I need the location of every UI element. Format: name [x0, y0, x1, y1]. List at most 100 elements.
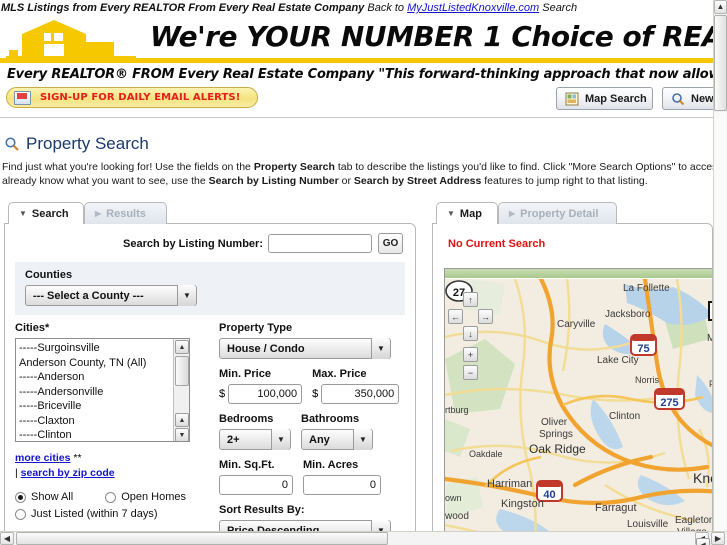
map-top-strip: [445, 269, 712, 278]
map-panel-body: No Current Search 75 275 40 27 La Follet…: [432, 223, 713, 545]
list-item[interactable]: -----Clinton: [19, 428, 189, 441]
map-icon: [565, 92, 579, 105]
scroll-up-icon[interactable]: ▲: [714, 0, 727, 14]
bathrooms-label: Bathrooms: [301, 413, 360, 425]
property-type-group: Property Type House / Condo ▼: [219, 322, 405, 359]
radio-open-homes[interactable]: [105, 491, 117, 503]
more-cities-row: more cities **: [15, 452, 211, 464]
svg-text:Knoxv: Knoxv: [693, 470, 713, 486]
scroll-up-icon[interactable]: ▲: [175, 413, 189, 427]
svg-text:Farragut: Farragut: [595, 502, 637, 514]
signup-button-label: SIGN-UP FOR DAILY EMAIL ALERTS!: [40, 92, 241, 103]
list-item[interactable]: Anderson County, TN (All): [19, 356, 189, 371]
svg-text:Norris: Norris: [635, 375, 659, 385]
scroll-right-icon[interactable]: ▶: [711, 532, 725, 545]
zip-link-row: | search by zip code: [15, 467, 211, 479]
min-price-input[interactable]: 100,000: [228, 384, 303, 404]
svg-text:own: own: [445, 493, 462, 503]
map-pan-down-button[interactable]: ↓: [463, 326, 478, 341]
cities-listbox[interactable]: -----Surgoinsville Anderson County, TN (…: [15, 338, 190, 442]
cities-list: -----Surgoinsville Anderson County, TN (…: [16, 339, 189, 441]
map-zoom-out-button[interactable]: −: [463, 365, 478, 380]
chevron-down-icon: ▼: [447, 209, 455, 218]
chevron-right-icon: ▶: [95, 209, 102, 218]
site-link[interactable]: MyJustListedKnoxville.com: [407, 2, 539, 14]
status-badge: No Current Search: [448, 238, 546, 250]
page-vertical-scrollbar[interactable]: ▲: [713, 0, 727, 531]
scrollbar-thumb[interactable]: [714, 15, 727, 111]
radio-show-all[interactable]: [15, 491, 26, 503]
map-pan-left-button[interactable]: ←: [448, 309, 463, 324]
bathrooms-select[interactable]: Any ▼: [301, 429, 373, 450]
svg-text:rtburg: rtburg: [445, 405, 469, 415]
currency-symbol: $: [219, 388, 226, 400]
minus-icon: −: [463, 365, 478, 380]
house-logo-icon: [6, 20, 136, 59]
tab-results-label: Results: [106, 207, 146, 220]
svg-text:Harriman: Harriman: [487, 478, 532, 490]
county-select[interactable]: --- Select a County --- ▼: [25, 285, 197, 306]
banner-divider: [0, 58, 713, 63]
tab-search-label: Search: [31, 207, 69, 220]
search-panel-body: Search by Listing Number: GO Counties --…: [4, 223, 416, 545]
tab-map[interactable]: ▼ Map: [436, 202, 498, 224]
svg-text:Kingston: Kingston: [501, 498, 544, 510]
max-price-field: $ 350,000: [312, 384, 400, 404]
map-canvas[interactable]: 75 275 40 27 La Follette Jacksboro Caryv…: [445, 279, 713, 545]
map-viewport[interactable]: 75 275 40 27 La Follette Jacksboro Caryv…: [444, 268, 713, 545]
list-item[interactable]: -----Briceville: [19, 399, 189, 414]
bathrooms-cell: Bathrooms Any ▼: [301, 413, 373, 450]
scroll-left-icon[interactable]: ◀: [0, 532, 14, 545]
list-item[interactable]: -----Claxton: [19, 414, 189, 429]
map-zoom-in-button[interactable]: +: [463, 347, 478, 362]
bedrooms-select[interactable]: 2+ ▼: [219, 429, 291, 450]
scroll-left-icon[interactable]: ◀: [696, 538, 710, 545]
map-horizontal-nav[interactable]: ◀ ▶: [693, 538, 712, 545]
svg-text:Oak Ridge: Oak Ridge: [529, 442, 586, 456]
listing-number-row: Search by Listing Number: GO: [5, 224, 415, 262]
page-horizontal-scrollbar[interactable]: ◀ ◀ ▶: [0, 531, 727, 545]
counties-section: Counties --- Select a County --- ▼: [15, 262, 405, 315]
cities-scrollbar[interactable]: ▲ ▲ ▼: [173, 339, 189, 441]
svg-text:Oliver: Oliver: [541, 417, 568, 428]
map-pan-right-button[interactable]: →: [478, 309, 493, 324]
listing-number-input[interactable]: [268, 234, 372, 253]
intro-line-2: already know what you want to see, use t…: [2, 174, 713, 188]
scrollbar-thumb[interactable]: [175, 356, 189, 386]
svg-text:Springs: Springs: [539, 429, 573, 440]
search-by-zip-link[interactable]: search by zip code: [21, 467, 115, 479]
map-search-label: Map Search: [585, 92, 647, 105]
search-fields-columns: Cities* -----Surgoinsville Anderson Coun…: [5, 315, 415, 545]
action-button-bar: SIGN-UP FOR DAILY EMAIL ALERTS! Map Sear…: [0, 82, 727, 118]
scrollbar-thumb[interactable]: [16, 532, 388, 545]
scroll-up-icon[interactable]: ▲: [175, 340, 189, 354]
scroll-down-icon[interactable]: ▼: [175, 428, 189, 441]
chevron-down-icon: ▼: [19, 209, 27, 218]
list-item[interactable]: -----Surgoinsville: [19, 341, 189, 356]
more-cities-link[interactable]: more cities: [15, 452, 70, 464]
min-acres-input[interactable]: 0: [303, 475, 381, 495]
svg-text:40: 40: [543, 489, 555, 501]
scrollbar-track[interactable]: [714, 112, 727, 531]
intro-1c: tab to describe the listings you'd like …: [337, 161, 713, 173]
radio-just-listed[interactable]: [15, 508, 26, 520]
back-to-text: Back to: [367, 2, 405, 14]
signup-email-alerts-button[interactable]: SIGN-UP FOR DAILY EMAIL ALERTS!: [6, 87, 258, 108]
tab-results[interactable]: ▶ Results: [84, 202, 167, 224]
listing-number-go-button[interactable]: GO: [378, 233, 403, 254]
tab-search[interactable]: ▼ Search: [8, 202, 84, 224]
intro-2e: features to jump right to that listing.: [481, 175, 648, 187]
max-price-input[interactable]: 350,000: [321, 384, 400, 404]
highway-shield-275: 275: [654, 388, 685, 410]
map-search-button[interactable]: Map Search: [556, 87, 653, 110]
map-pan-up-button[interactable]: ↑: [463, 292, 478, 307]
search-icon: [672, 92, 685, 105]
tab-property-detail[interactable]: ▶ Property Detail: [498, 202, 617, 224]
currency-symbol: $: [312, 388, 319, 400]
min-sqft-input[interactable]: 0: [219, 475, 293, 495]
chevron-down-icon: ▼: [353, 429, 372, 450]
app-window: MLS Listings from Every REALTOR From Eve…: [0, 0, 727, 545]
property-type-select[interactable]: House / Condo ▼: [219, 338, 391, 359]
list-item[interactable]: -----Anderson: [19, 370, 189, 385]
list-item[interactable]: -----Andersonville: [19, 385, 189, 400]
